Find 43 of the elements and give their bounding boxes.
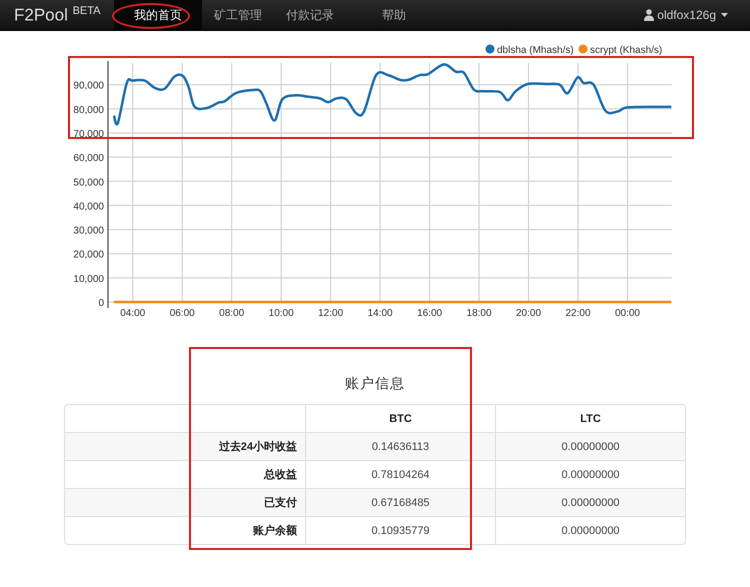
x-axis-label: 12:00 [318,308,344,319]
nav-link[interactable]: 矿工管理 [202,0,274,30]
y-axis-label: 30,000 [73,226,104,237]
nav-link[interactable]: 我的首页 [114,0,202,30]
table-cell: 0.00000000 [495,516,685,544]
row-label: 过去24小时收益 [65,432,305,460]
row-label: 账户余额 [65,516,305,544]
y-axis-label: 10,000 [73,274,104,285]
y-axis-label: 20,000 [73,250,104,261]
x-axis-label: 06:00 [170,308,195,319]
table-cell: 0.00000000 [495,432,685,460]
x-axis-label: 00:00 [614,308,640,319]
x-axis-label: 08:00 [219,308,244,319]
x-axis-label: 16:00 [417,308,442,319]
table-cell: 0.10935779 [305,516,495,544]
y-axis-label: 50,000 [73,177,104,188]
y-axis-label: 90,000 [73,80,104,92]
user-menu[interactable]: oldfox126g [657,8,716,22]
y-axis-label: 60,000 [73,153,104,164]
x-axis-label: 20:00 [516,308,542,319]
x-axis-label: 04:00 [120,308,146,319]
legend-label: scrypt (Khash/s) [590,45,662,56]
brand-logo[interactable]: F2Pool $^{BETA}$ [0,4,114,26]
x-axis-label: 10:00 [268,308,294,319]
x-axis-label: 14:00 [368,308,393,319]
legend-item[interactable]: dblsha (Mhash/s) [486,44,574,56]
legend-item[interactable]: scrypt (Khash/s) [578,44,662,56]
user-icon [644,9,654,21]
legend-label: dblsha (Mhash/s) [497,45,574,56]
nav-link[interactable]: 帮助 [370,0,418,30]
y-axis-label: 40,000 [73,201,104,212]
table-cell: 0.00000000 [495,488,685,516]
caret-icon [721,13,728,17]
y-axis-label: 70,000 [73,129,104,140]
table-cell: 0.67168485 [305,488,495,516]
y-axis-label: 80,000 [73,104,104,116]
table-cell: 0.14636113 [305,432,495,460]
x-axis-label: 22:00 [565,308,591,319]
nav-link[interactable]: 付款记录 [274,0,346,30]
x-axis-label: 18:00 [466,308,492,319]
y-axis-label: 0 [98,298,104,309]
row-label: 已支付 [65,488,305,516]
section-title: 账户信息 [344,375,406,393]
